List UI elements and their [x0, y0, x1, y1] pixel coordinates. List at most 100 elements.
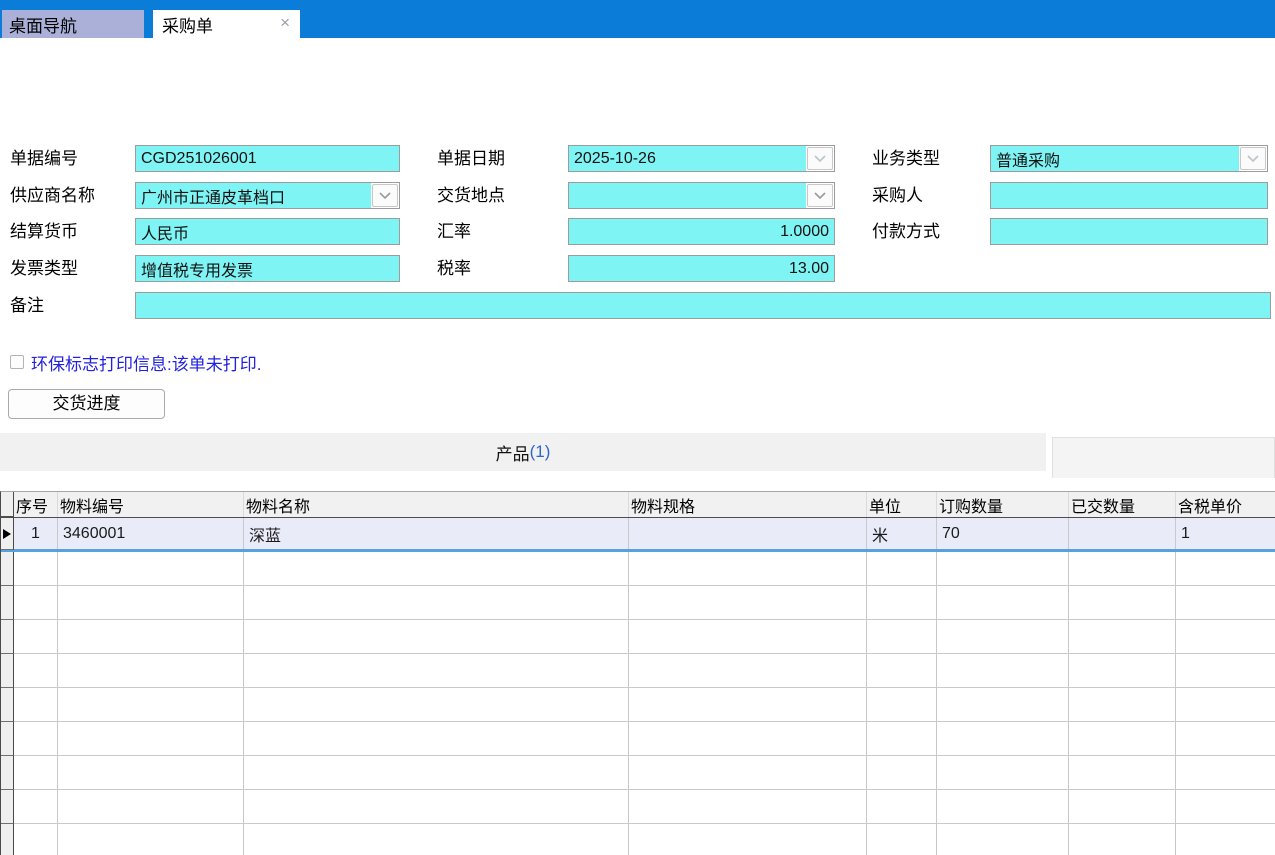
grid-cell[interactable] — [244, 790, 629, 823]
grid-cell[interactable] — [1176, 688, 1275, 721]
table-row[interactable] — [1, 722, 1275, 756]
remark-input[interactable] — [135, 292, 1271, 319]
grid-cell[interactable] — [58, 722, 244, 755]
dropdown-button[interactable] — [807, 147, 833, 170]
grid-cell[interactable] — [14, 824, 58, 855]
table-row[interactable] — [1, 790, 1275, 824]
column-header[interactable]: 含税单价 — [1176, 492, 1275, 517]
row-selector[interactable] — [1, 654, 14, 688]
row-selector[interactable] — [1, 688, 14, 722]
grid-cell[interactable] — [867, 586, 937, 619]
tab-product[interactable]: 产品(1) — [0, 433, 1046, 471]
grid-cell[interactable] — [244, 552, 629, 585]
dropdown-button[interactable] — [372, 184, 398, 207]
grid-cell[interactable] — [14, 790, 58, 823]
grid-cell[interactable] — [1176, 654, 1275, 687]
grid-cell[interactable] — [867, 824, 937, 855]
tax-rate-input[interactable] — [568, 255, 835, 282]
grid-cell[interactable] — [1069, 790, 1176, 823]
grid-cell[interactable] — [244, 654, 629, 687]
grid-cell[interactable] — [1069, 688, 1176, 721]
grid-cell[interactable] — [629, 756, 867, 789]
table-row[interactable]: 13460001深蓝米701 — [1, 518, 1275, 552]
grid-cell[interactable] — [244, 722, 629, 755]
column-header[interactable]: 物料编号 — [58, 492, 244, 517]
table-row[interactable] — [1, 756, 1275, 790]
grid-cell[interactable] — [1069, 620, 1176, 653]
grid-cell[interactable] — [1069, 654, 1176, 687]
table-row[interactable] — [1, 654, 1275, 688]
grid-cell[interactable] — [629, 688, 867, 721]
dropdown-button[interactable] — [807, 184, 833, 207]
column-header[interactable]: 物料规格 — [629, 492, 867, 517]
grid-cell[interactable] — [937, 586, 1069, 619]
payment-method-input[interactable] — [990, 218, 1268, 245]
table-row[interactable] — [1, 688, 1275, 722]
dropdown-button[interactable] — [1240, 147, 1266, 170]
grid-cell[interactable] — [937, 552, 1069, 585]
purchaser-input[interactable] — [990, 182, 1268, 209]
grid-cell[interactable] — [14, 654, 58, 687]
grid-cell[interactable] — [244, 756, 629, 789]
grid-cell[interactable] — [867, 552, 937, 585]
grid-cell[interactable] — [1176, 790, 1275, 823]
grid-cell[interactable] — [1176, 756, 1275, 789]
grid-cell[interactable] — [937, 620, 1069, 653]
row-selector[interactable] — [1, 518, 14, 550]
tab-purchase-order[interactable]: 采购单 × — [153, 10, 300, 38]
grid-cell[interactable] — [629, 552, 867, 585]
grid-cell[interactable] — [1176, 824, 1275, 855]
grid-cell[interactable] — [629, 620, 867, 653]
row-selector[interactable] — [1, 620, 14, 654]
grid-cell[interactable] — [937, 790, 1069, 823]
grid-cell[interactable] — [1069, 518, 1176, 549]
delivery-place-input[interactable] — [569, 183, 806, 208]
invoice-type-input[interactable] — [135, 255, 400, 282]
grid-cell[interactable] — [867, 756, 937, 789]
row-selector[interactable] — [1, 756, 14, 790]
supplier-combobox[interactable] — [135, 182, 400, 209]
grid-cell[interactable]: 70 — [937, 518, 1069, 549]
grid-cell[interactable] — [14, 722, 58, 755]
grid-cell[interactable] — [629, 518, 867, 549]
doc-date-input[interactable] — [569, 146, 806, 171]
grid-cell[interactable] — [867, 654, 937, 687]
grid-cell[interactable] — [867, 790, 937, 823]
grid-cell[interactable] — [58, 552, 244, 585]
grid-cell[interactable] — [1069, 756, 1176, 789]
grid-cell[interactable] — [867, 688, 937, 721]
doc-no-input[interactable] — [135, 145, 400, 172]
grid-cell[interactable]: 深蓝 — [244, 518, 629, 549]
grid-cell[interactable] — [629, 654, 867, 687]
grid-cell[interactable] — [14, 756, 58, 789]
grid-cell[interactable] — [1069, 824, 1176, 855]
grid-cell[interactable]: 1 — [14, 518, 58, 549]
grid-cell[interactable] — [14, 620, 58, 653]
grid-cell[interactable] — [629, 722, 867, 755]
grid-cell[interactable] — [58, 620, 244, 653]
grid-cell[interactable] — [1176, 620, 1275, 653]
grid-cell[interactable] — [937, 688, 1069, 721]
grid-cell[interactable] — [629, 586, 867, 619]
grid-cell[interactable] — [867, 620, 937, 653]
row-selector[interactable] — [1, 722, 14, 756]
grid-cell[interactable] — [58, 790, 244, 823]
column-header[interactable]: 单位 — [867, 492, 937, 517]
table-row[interactable] — [1, 620, 1275, 654]
grid-cell[interactable] — [629, 790, 867, 823]
row-selector[interactable] — [1, 586, 14, 620]
grid-cell[interactable] — [1069, 552, 1176, 585]
table-row[interactable] — [1, 586, 1275, 620]
grid-cell[interactable] — [58, 756, 244, 789]
grid-cell[interactable] — [1069, 586, 1176, 619]
grid-cell[interactable] — [937, 722, 1069, 755]
grid-cell[interactable] — [1176, 722, 1275, 755]
tab-desktop-navigation[interactable]: 桌面导航 — [2, 10, 144, 38]
grid-cell[interactable] — [937, 654, 1069, 687]
grid-cell[interactable]: 1 — [1176, 518, 1275, 549]
grid-cell[interactable] — [14, 552, 58, 585]
table-row[interactable] — [1, 552, 1275, 586]
grid-cell[interactable] — [1176, 586, 1275, 619]
supplier-input[interactable] — [136, 183, 371, 208]
delivery-place-combobox[interactable] — [568, 182, 835, 209]
